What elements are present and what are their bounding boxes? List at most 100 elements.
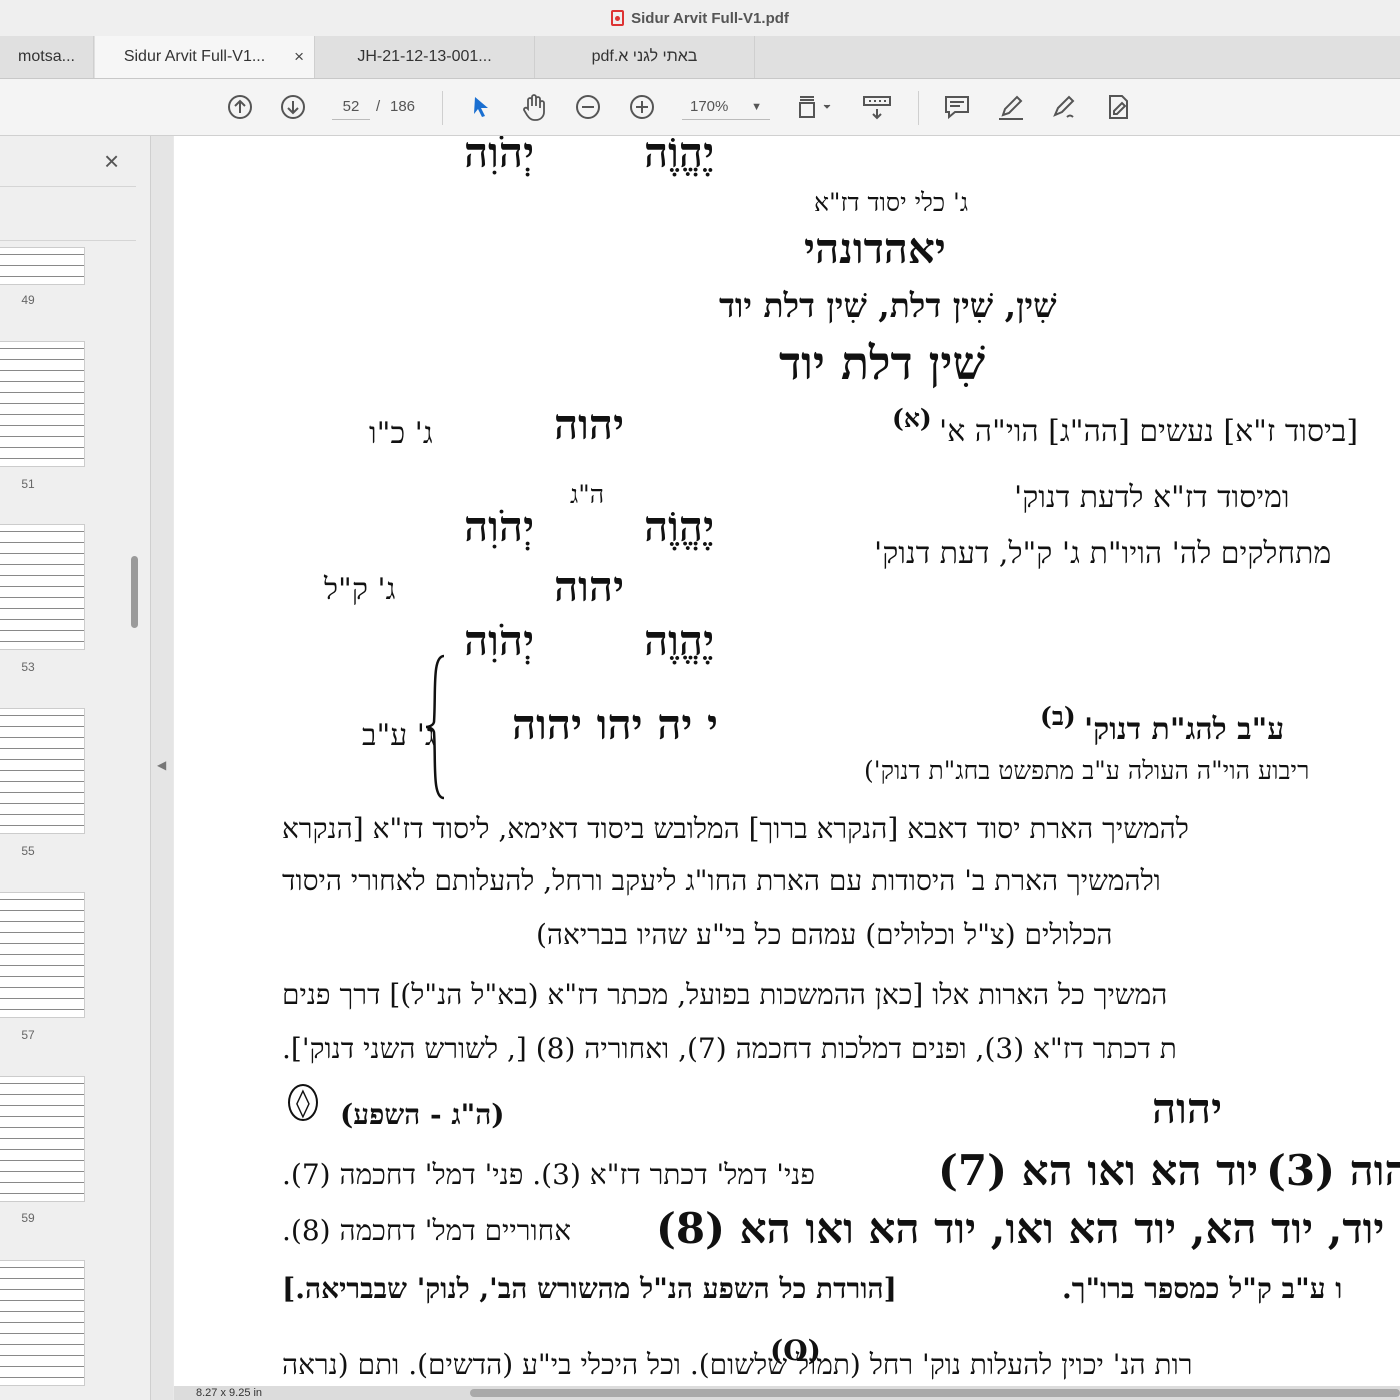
previous-page-button[interactable] [224, 91, 256, 123]
tab-sidur-arvit[interactable]: Sidur Arvit Full-V1... × [95, 36, 315, 78]
doc-paragraph: הכלולים (צ"ל וכלולים) עמהם כל בי"ע שהיו … [536, 918, 1113, 951]
doc-text: ומיסוד דז"א לדעת דנוק' [1014, 480, 1290, 515]
sign-icon [1053, 95, 1075, 118]
doc-text: יהוה [554, 562, 625, 611]
thumbnail-sidebar: × 49 51 53 55 57 59 [0, 136, 151, 1400]
page-thumbnail[interactable] [0, 1261, 84, 1385]
toolbar: 52 / 186 170% ▼ [0, 79, 1400, 136]
doc-text: שִׁין דלת יוד [779, 336, 986, 390]
window-title-bar: Sidur Arvit Full-V1.pdf [0, 0, 1400, 37]
doc-text: שִׁין, שִׁין דלת, שִׁין דלת יוד [719, 286, 1057, 325]
doc-text: יהוה [1152, 1084, 1223, 1133]
scroll-mode-button[interactable] [860, 91, 900, 123]
toolbar-divider [442, 91, 443, 125]
doc-text: ג' ע"ב [362, 718, 435, 753]
zoom-level-select[interactable]: 170% ▼ [682, 95, 770, 120]
doc-text: יֶהֱוֶה [644, 616, 715, 665]
sidebar-divider [0, 240, 136, 241]
close-icon[interactable]: × [104, 146, 119, 177]
thumbnail-page-label: 51 [21, 477, 35, 491]
tab-close-button[interactable]: × [294, 47, 304, 67]
tab-label: pdf.באתי לגני א [591, 48, 698, 65]
highlight-pen-icon [999, 95, 1023, 120]
fill-sign-button[interactable] [1102, 91, 1134, 123]
pdf-page: יְהֹוִה יֶהֱוֶֹה ג' כלי יסוד דז"א יאהדונ… [174, 136, 1400, 1386]
doc-text: יְהֹוִה [464, 502, 535, 551]
tab-label: JH-21-12-13-001... [357, 48, 492, 65]
horizontal-scrollbar[interactable] [470, 1389, 1400, 1397]
sidebar-scrollbar[interactable] [131, 556, 138, 628]
doc-text: ג' כ"ו [369, 416, 433, 451]
doc-text: יאהדונהי [804, 224, 946, 273]
down-arrow-icon [281, 95, 305, 119]
tab-motsa[interactable]: motsa... [0, 36, 94, 78]
doc-text: יוד, יוד הא, יוד הא ואו, יוד הא ואו הא (… [656, 1204, 1385, 1253]
doc-text: יְהֹוִה [464, 616, 535, 665]
zoom-in-button[interactable] [626, 91, 658, 123]
doc-text: אחוריים דמל' דחכמה (8). [282, 1214, 572, 1247]
thumbnail-page-label: 53 [21, 660, 35, 674]
doc-note: ◊ [288, 1084, 318, 1121]
tab-jh[interactable]: JH-21-12-13-001... [315, 36, 535, 78]
thumbnail-page-label: 57 [21, 1028, 35, 1042]
doc-text: ע"ב להג"ת דנוק' [1084, 712, 1285, 747]
page-thumbnail[interactable] [0, 342, 84, 466]
up-arrow-icon [228, 95, 252, 119]
sign-button[interactable] [1049, 91, 1081, 123]
scroll-mode-icon [863, 96, 891, 120]
zoom-value: 170% [690, 98, 729, 115]
page-size-label: 8.27 x 9.25 in [196, 1387, 263, 1399]
thumbnail-page-label: 55 [21, 844, 35, 858]
page-display-button[interactable] [796, 91, 836, 123]
page-thumbnail[interactable] [0, 1077, 84, 1201]
page-thumbnail[interactable] [0, 525, 84, 649]
doc-paragraph: רות הנ' יכוין להעלות נוק' רחל (תמול שלשו… [282, 1348, 1193, 1381]
doc-note: (א) [892, 404, 932, 433]
fill-sign-icon [1109, 95, 1128, 119]
doc-text: יֶהֱוֶֹה [644, 502, 715, 551]
zoom-out-icon [576, 95, 600, 119]
highlight-button[interactable] [995, 91, 1027, 123]
doc-text: [הורדת כל השפע הנ"ל מהשורש הב', לנוק' שב… [282, 1272, 897, 1305]
chevron-down-icon: ▼ [751, 101, 762, 113]
sidebar-splitter[interactable]: ◀ [151, 136, 173, 1400]
doc-text: יוד הא ואו הא (7) [938, 1146, 1259, 1195]
page-thumbnail[interactable] [0, 893, 84, 1017]
doc-text: ה"ג [570, 480, 605, 509]
next-page-button[interactable] [277, 91, 309, 123]
comment-button[interactable] [941, 91, 973, 123]
page-number-input[interactable]: 52 [332, 95, 370, 120]
doc-text: פני' דמל' דכתר דז"א (3). פני' דמל' דחכמה… [282, 1158, 816, 1191]
doc-paragraph: ולהמשיך הארת ב' היסודות עם הארת החו"ג לי… [282, 864, 1161, 897]
doc-text: [ביסוד ז"א] נעשים [הה"ג] הוי"ה א' [939, 414, 1359, 449]
collapse-arrow-icon[interactable]: ◀ [157, 758, 166, 772]
toolbar-divider [918, 91, 919, 125]
page-thumbnail[interactable] [0, 709, 84, 833]
doc-text: יֶהֱוֶֹה [644, 136, 715, 177]
doc-text: (ה"ג - השפע) [340, 1098, 505, 1131]
doc-text: ריבוע הוי"ה העולה ע"ב מתפשט בחג"ת דנוק') [864, 756, 1310, 785]
zoom-out-button[interactable] [572, 91, 604, 123]
doc-text: ג' ק"ל [324, 572, 396, 607]
doc-text: ג' כלי יסוד דז"א [814, 188, 969, 217]
window-title: Sidur Arvit Full-V1.pdf [631, 9, 789, 27]
doc-text: יְהֹוִה [464, 136, 535, 177]
doc-paragraph: ת דכתר דז"א (3), ופנים דמלכות דחכמה (7),… [282, 1032, 1177, 1065]
page-display-icon [799, 96, 831, 118]
doc-paragraph: להמשיך הארת יסוד דאבא [הנקרא ברוך] המלוב… [282, 812, 1189, 845]
pdf-file-icon [611, 10, 625, 26]
tab-label: motsa... [18, 48, 75, 65]
doc-text: י יה יהו יהוה [512, 700, 719, 749]
doc-note: (ב) [1040, 702, 1076, 731]
page-thumbnail[interactable] [0, 248, 84, 284]
doc-text: ו ע"ב ק"ל כמספר ברו"ך. [1062, 1272, 1343, 1305]
tab-bar: motsa... Sidur Arvit Full-V1... × JH-21-… [0, 36, 1400, 79]
doc-text: יהוה [554, 400, 625, 449]
tab-bati-legani[interactable]: pdf.באתי לגני א [535, 36, 755, 78]
hand-icon [523, 94, 545, 121]
hand-tool-button[interactable] [518, 91, 550, 123]
zoom-in-icon [630, 95, 654, 119]
sidebar-divider [0, 186, 136, 187]
comment-icon [945, 96, 969, 120]
select-tool-button[interactable] [465, 91, 497, 123]
